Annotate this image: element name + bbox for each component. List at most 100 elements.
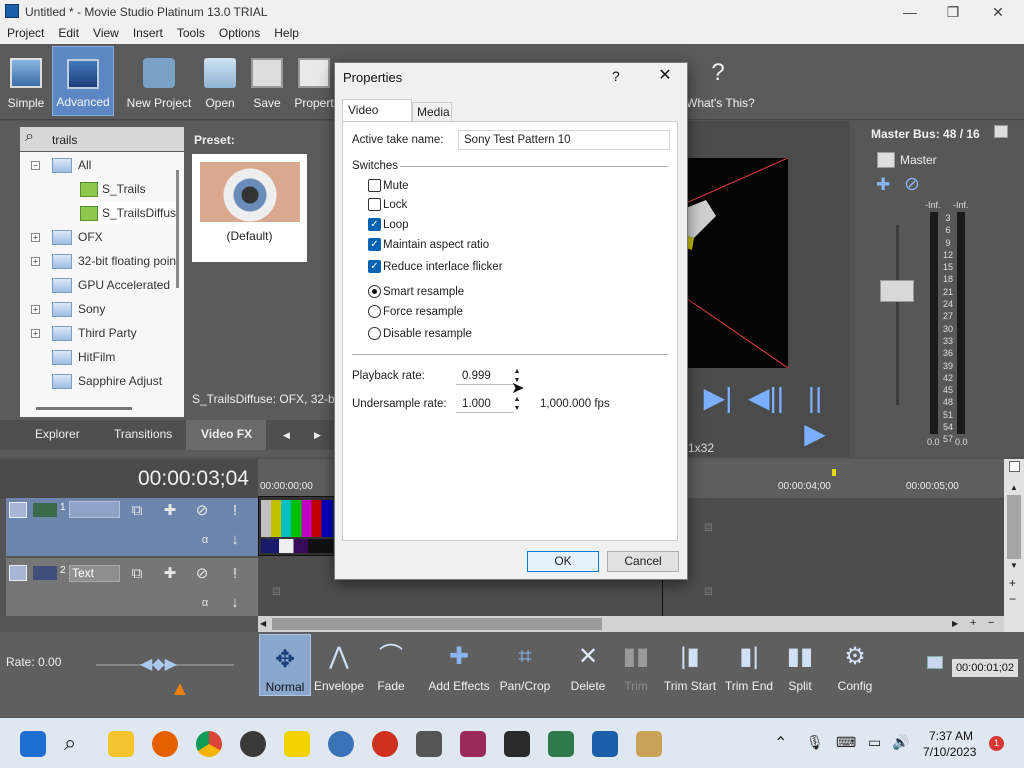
track-expand-icon[interactable] — [9, 565, 27, 581]
tree-item-gpu[interactable]: GPU Accelerated — [20, 274, 170, 296]
disable-resample-radio[interactable] — [368, 327, 381, 340]
tab-prev-button[interactable]: ◀ — [283, 430, 290, 441]
rate-reset-icon[interactable]: ▲ — [170, 678, 190, 701]
volume-icon[interactable]: 🔊 — [892, 734, 909, 751]
track-solo-icon[interactable]: ! — [226, 502, 244, 520]
whats-this-button[interactable]: ? What's This? — [686, 46, 755, 116]
notification-badge[interactable]: 1 — [989, 736, 1004, 751]
tab-media[interactable]: Media — [412, 102, 452, 121]
scroll-right-icon[interactable]: ▶ — [952, 618, 962, 630]
timeline-scroll-thumb[interactable] — [272, 618, 602, 630]
open-button[interactable]: Open — [200, 46, 240, 116]
rate-slider-handle[interactable]: ◀◆▶ — [140, 654, 177, 674]
cursor-position-timecode[interactable]: 00:00:01;02 — [952, 659, 1018, 677]
fx-search-input[interactable] — [20, 127, 184, 151]
tree-item-hitfilm[interactable]: HitFilm — [20, 346, 115, 368]
track-zoom-in-icon[interactable]: + — [1009, 576, 1016, 590]
menu-insert[interactable]: Insert — [126, 24, 170, 44]
fx-chain-icon[interactable]: ✚ — [876, 175, 890, 195]
file-explorer-icon[interactable] — [108, 731, 134, 757]
simple-button[interactable]: Simple — [4, 46, 48, 116]
minimize-button[interactable]: — — [890, 2, 930, 22]
scroll-up-icon[interactable]: ▲ — [1010, 483, 1018, 492]
track-motion-icon[interactable]: ⧉ — [128, 565, 146, 583]
undersample-rate-input[interactable]: 1.000 — [456, 395, 514, 413]
network-icon[interactable]: ▭ — [868, 734, 881, 751]
fast-forward-icon[interactable]: ||▶ — [797, 380, 833, 449]
ok-button[interactable]: OK — [527, 551, 599, 572]
track-zoom-out-icon[interactable]: − — [1009, 592, 1016, 606]
track-expand-icon[interactable] — [9, 502, 27, 518]
clock-time[interactable]: 7:37 AM — [929, 729, 973, 743]
menu-view[interactable]: View — [86, 24, 126, 44]
tree-item-all[interactable]: − All — [20, 154, 91, 176]
compositing-mode-icon[interactable]: α — [196, 531, 214, 549]
firefox-icon[interactable] — [152, 731, 178, 757]
split-button[interactable]: ▮▮ Split — [780, 632, 820, 702]
master-device-icon[interactable] — [877, 152, 895, 168]
tree-item-s-trailsdiffuse[interactable]: S_TrailsDiffus — [80, 202, 177, 224]
trim-start-button[interactable]: |▮ Trim Start — [662, 632, 718, 702]
video-event-clip[interactable] — [258, 496, 336, 556]
windows-start-icon[interactable] — [20, 731, 46, 757]
preset-thumbnail-default[interactable] — [200, 162, 300, 222]
tab-transitions[interactable]: Transitions — [114, 427, 172, 441]
keyboard-icon[interactable]: ⌨ — [836, 734, 856, 751]
tree-item-s-trails[interactable]: S_Trails — [80, 178, 146, 200]
force-resample-radio[interactable] — [368, 305, 381, 318]
close-button[interactable]: ✕ — [978, 2, 1018, 22]
cancel-button[interactable]: Cancel — [607, 551, 679, 572]
scroll-left-icon[interactable]: ◀ — [260, 618, 268, 630]
track-fx-icon[interactable]: ✚ — [161, 565, 179, 583]
make-compositing-child-icon[interactable]: ↓ — [226, 531, 244, 549]
properties-button[interactable]: Propert — [294, 46, 334, 116]
advanced-button[interactable]: Advanced — [52, 46, 114, 116]
tab-video-event[interactable]: Video Event — [342, 99, 412, 137]
tree-vertical-scrollbar[interactable] — [176, 170, 179, 288]
envelope-edit-tool[interactable]: ⋀ Envelope — [313, 632, 365, 702]
menu-help[interactable]: Help — [267, 24, 306, 44]
track-1-name-field[interactable] — [69, 501, 120, 518]
video-app-icon[interactable] — [416, 731, 442, 757]
master-fader-handle[interactable] — [880, 280, 914, 302]
terminal-icon[interactable] — [504, 731, 530, 757]
obs-icon[interactable] — [240, 731, 266, 757]
app-y-icon[interactable] — [284, 731, 310, 757]
track-mute-icon[interactable]: ⊘ — [193, 565, 211, 583]
lock-checkbox[interactable] — [368, 198, 381, 211]
reduce-interlace-flicker-checkbox[interactable]: ✓ — [368, 260, 381, 273]
smart-resample-radio[interactable] — [368, 285, 381, 298]
chrome-icon[interactable] — [196, 731, 222, 757]
new-project-button[interactable]: New Project — [124, 46, 194, 116]
microphone-icon[interactable]: 🎙 — [806, 734, 824, 751]
mute-checkbox[interactable] — [368, 179, 381, 192]
trim-end-button[interactable]: ▮| Trim End — [722, 632, 776, 702]
tree-item-32bit[interactable]: + 32-bit floating poin — [20, 250, 176, 272]
winrar-icon[interactable] — [460, 731, 486, 757]
dialog-help-button[interactable]: ? — [612, 68, 620, 84]
next-frame-icon[interactable]: ▶| — [700, 380, 736, 416]
pan-crop-button[interactable]: ⌗ Pan/Crop — [496, 632, 554, 702]
fade-edit-tool[interactable]: ⌒ Fade — [368, 632, 414, 702]
tree-horizontal-scrollbar[interactable] — [36, 407, 132, 410]
track-fx-icon[interactable]: ✚ — [161, 502, 179, 520]
tree-item-third-party[interactable]: + Third Party — [20, 322, 137, 344]
config-button[interactable]: ⚙ Config — [832, 632, 878, 702]
tree-item-sony[interactable]: + Sony — [20, 298, 105, 320]
mute-icon[interactable]: ⊘ — [904, 173, 920, 196]
search-icon[interactable]: ⌕ — [64, 730, 76, 756]
tray-overflow-icon[interactable]: ⌃ — [774, 733, 787, 753]
app-icon[interactable] — [372, 731, 398, 757]
vertical-scroll-thumb[interactable] — [1007, 495, 1021, 559]
save-button[interactable]: Save — [248, 46, 286, 116]
menu-options[interactable]: Options — [212, 24, 267, 44]
normal-edit-tool[interactable]: ✥ Normal — [259, 634, 311, 696]
undersample-rate-spinner[interactable]: ▲ ▼ — [513, 395, 521, 413]
track-mute-icon[interactable]: ⊘ — [193, 502, 211, 520]
maximize-button[interactable]: ❐ — [933, 2, 973, 22]
rewind-icon[interactable]: ◀|| — [748, 380, 784, 416]
active-take-name-field[interactable]: Sony Test Pattern 10 — [458, 130, 670, 150]
track-2-name-field[interactable]: Text — [69, 565, 120, 582]
menu-project[interactable]: Project — [0, 24, 51, 44]
app-archive-icon[interactable] — [636, 731, 662, 757]
